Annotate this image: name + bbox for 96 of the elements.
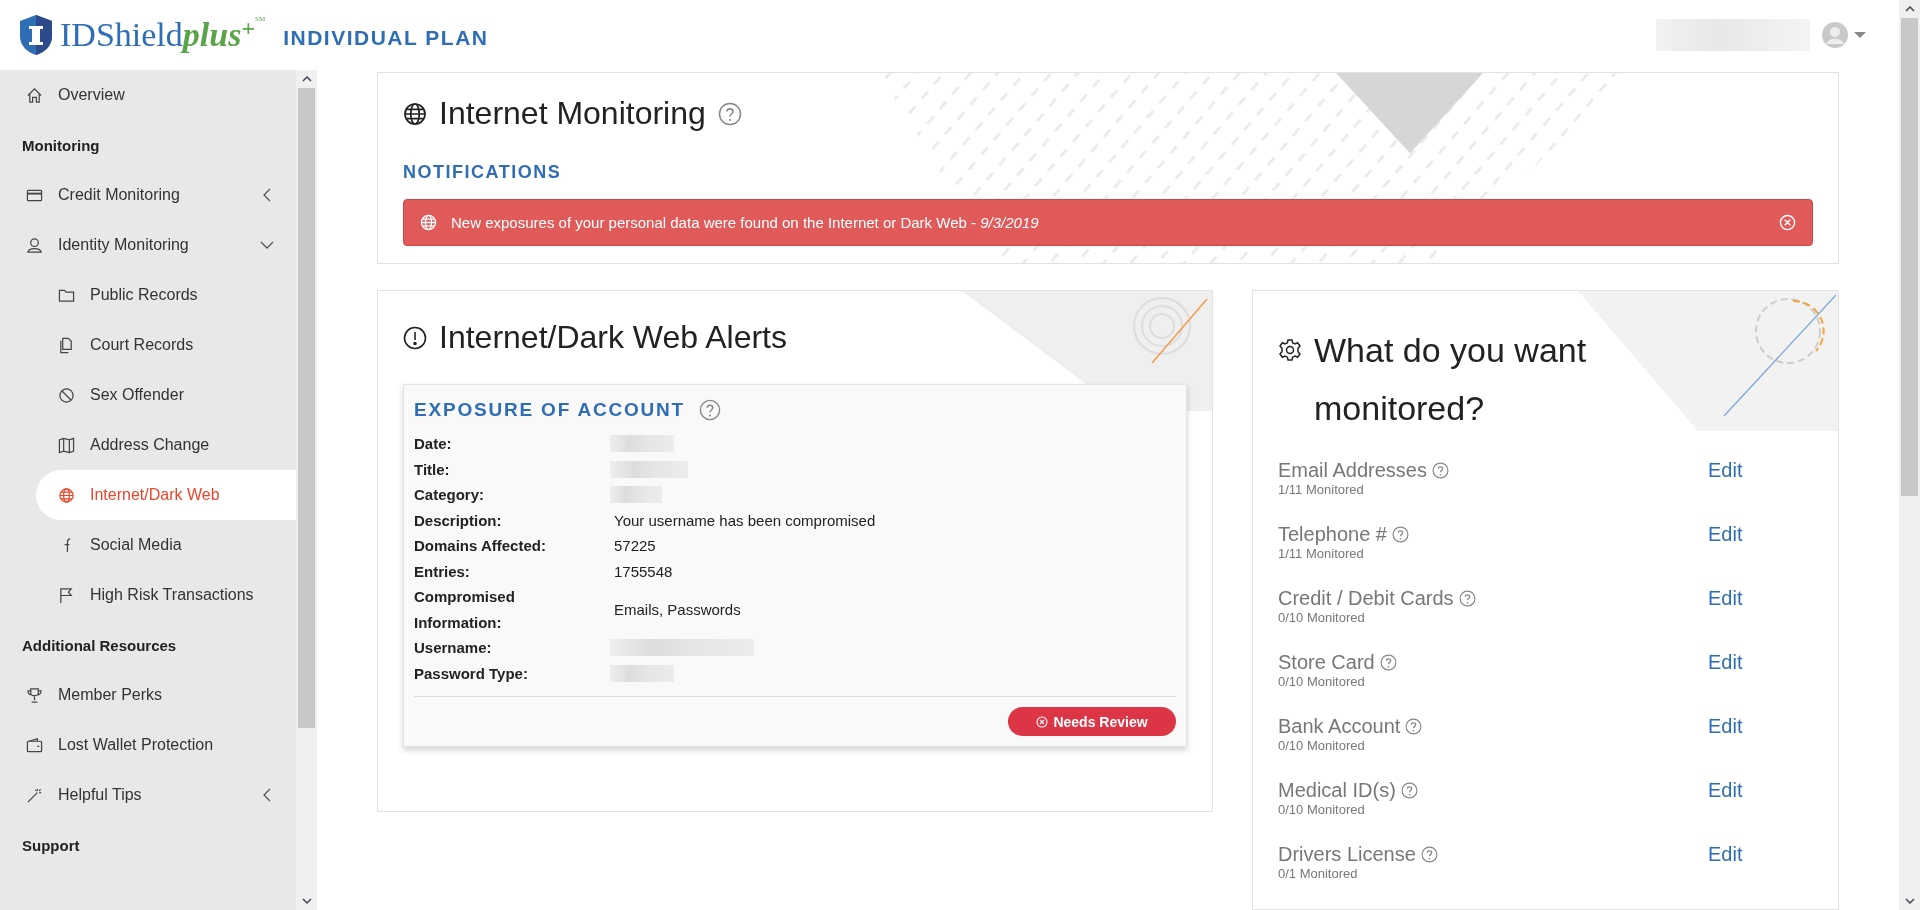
scrollbar[interactable]	[296, 70, 317, 910]
scrollbar-thumb[interactable]	[298, 88, 315, 728]
redacted-value	[610, 486, 662, 504]
monitor-category: Medical ID(s)	[1278, 779, 1396, 802]
scrollbar-thumb[interactable]	[1901, 18, 1918, 496]
monitor-category: Telephone #	[1278, 523, 1387, 546]
field-label: Username:	[414, 638, 493, 658]
map-icon	[58, 436, 75, 454]
globe-icon	[403, 101, 427, 126]
field-label: Date:	[414, 434, 453, 454]
settings-icon	[1278, 338, 1302, 362]
card-title: What do you want monitored?	[1314, 330, 1588, 429]
edit-link[interactable]: Edit	[1708, 459, 1743, 482]
sidebar-item[interactable]: Court Records	[0, 320, 296, 370]
globe-icon	[58, 486, 75, 504]
help-icon[interactable]	[1379, 654, 1397, 671]
field-value: Your username has been compromised	[614, 510, 877, 531]
sidebar-item[interactable]: Address Change	[0, 420, 296, 470]
help-icon[interactable]	[699, 399, 721, 421]
sidebar-item[interactable]: Social Media	[0, 520, 296, 570]
caret-icon[interactable]	[1854, 31, 1866, 39]
monitored-count: 0/10 Monitored	[1278, 802, 1366, 817]
sidebar-item[interactable]: Credit Monitoring	[0, 170, 296, 220]
monitor-category: Drivers License	[1278, 843, 1416, 866]
help-icon[interactable]	[1431, 462, 1449, 479]
sidebar-item[interactable]: Internet/Dark Web	[36, 470, 296, 520]
field-label: Description:	[414, 510, 503, 531]
field-label: Entries:	[414, 561, 471, 582]
sidebar-item[interactable]: Lost Wallet Protection	[0, 720, 296, 770]
sidebar-item[interactable]: Sex Offender	[0, 370, 296, 420]
edit-link[interactable]: Edit	[1708, 715, 1743, 738]
scroll-down-icon[interactable]	[301, 898, 312, 904]
edit-link[interactable]: Edit	[1708, 587, 1743, 610]
trophy-icon	[26, 686, 43, 704]
scrollbar[interactable]	[1899, 0, 1920, 910]
plan-name: INDIVIDUAL PLAN	[283, 26, 489, 50]
sidebar-item[interactable]: Identity Monitoring	[0, 220, 296, 270]
needs-review-button[interactable]: Needs Review	[1008, 707, 1176, 736]
help-icon[interactable]	[1458, 590, 1476, 607]
scroll-up-icon[interactable]	[301, 76, 312, 82]
field-label: Domains Affected:	[414, 536, 547, 556]
close-circle-icon	[1036, 715, 1049, 728]
field-value: 57225	[614, 536, 657, 556]
monitor-category: Email Addresses	[1278, 459, 1427, 482]
redacted-value	[610, 664, 674, 682]
sidebar-heading: Monitoring	[21, 135, 101, 156]
help-icon[interactable]	[1400, 782, 1418, 799]
sidebar-item[interactable]: Member Perks	[0, 670, 296, 720]
notification-text: New exposures of your personal data were found on the Internet or Dark Web - 9/3/2019	[451, 214, 1039, 231]
sidebar-item[interactable]: Public Records	[0, 270, 296, 320]
alert-icon	[403, 325, 427, 350]
user-icon	[26, 236, 43, 254]
edit-link[interactable]: Edit	[1708, 523, 1743, 546]
wand-icon	[26, 786, 43, 804]
field-value: Emails, Passwords	[614, 599, 742, 620]
sidebar-item[interactable]: Helpful Tips	[0, 770, 296, 820]
sidebar-heading: Additional Resources	[21, 635, 178, 656]
monitored-count: 1/11 Monitored	[1278, 546, 1365, 561]
monitor-category: Bank Account	[1278, 715, 1401, 738]
redacted-value	[610, 435, 674, 453]
field-label: Compromised Information:	[414, 587, 516, 633]
globe-icon	[420, 214, 437, 231]
monitored-count: 0/10 Monitored	[1278, 674, 1366, 689]
help-icon[interactable]	[717, 101, 742, 126]
sidebar-item[interactable]: High Risk Transactions	[0, 570, 296, 620]
monitor-category: Credit / Debit Cards	[1278, 587, 1454, 610]
scroll-down-icon[interactable]	[1904, 898, 1915, 904]
shield-logo-icon	[18, 14, 54, 56]
alert-title: EXPOSURE OF ACCOUNT	[414, 399, 685, 421]
edit-link[interactable]: Edit	[1708, 651, 1743, 674]
edit-link[interactable]: Edit	[1708, 843, 1743, 866]
field-value: 1755548	[614, 561, 674, 582]
home-icon	[26, 86, 43, 104]
ban-icon	[58, 386, 75, 404]
field-label: Title:	[414, 459, 451, 480]
close-icon[interactable]	[1779, 214, 1796, 231]
card-title: Internet/Dark Web Alerts	[439, 319, 787, 356]
monitored-count: 0/1 Monitored	[1278, 866, 1359, 881]
flag-icon	[58, 586, 75, 604]
monitored-count: 0/10 Monitored	[1278, 738, 1366, 753]
monitor-category: Store Card	[1278, 651, 1375, 674]
sidebar-heading: Support	[21, 835, 81, 856]
help-icon[interactable]	[1392, 526, 1409, 543]
monitored-count: 1/11 Monitored	[1278, 482, 1365, 497]
section-heading: NOTIFICATIONS	[403, 162, 563, 183]
field-label: Category:	[414, 485, 485, 505]
documents-icon	[58, 336, 75, 354]
help-icon[interactable]	[1405, 718, 1423, 735]
sidebar-item[interactable]: Overview	[0, 70, 296, 120]
monitored-count: 0/10 Monitored	[1278, 610, 1366, 625]
wallet-icon	[26, 736, 43, 754]
edit-link[interactable]: Edit	[1708, 779, 1743, 802]
card-title: Internet Monitoring	[439, 95, 706, 132]
help-icon[interactable]	[1420, 846, 1438, 863]
scroll-up-icon[interactable]	[1904, 6, 1915, 12]
field-label: Password Type:	[414, 663, 529, 684]
